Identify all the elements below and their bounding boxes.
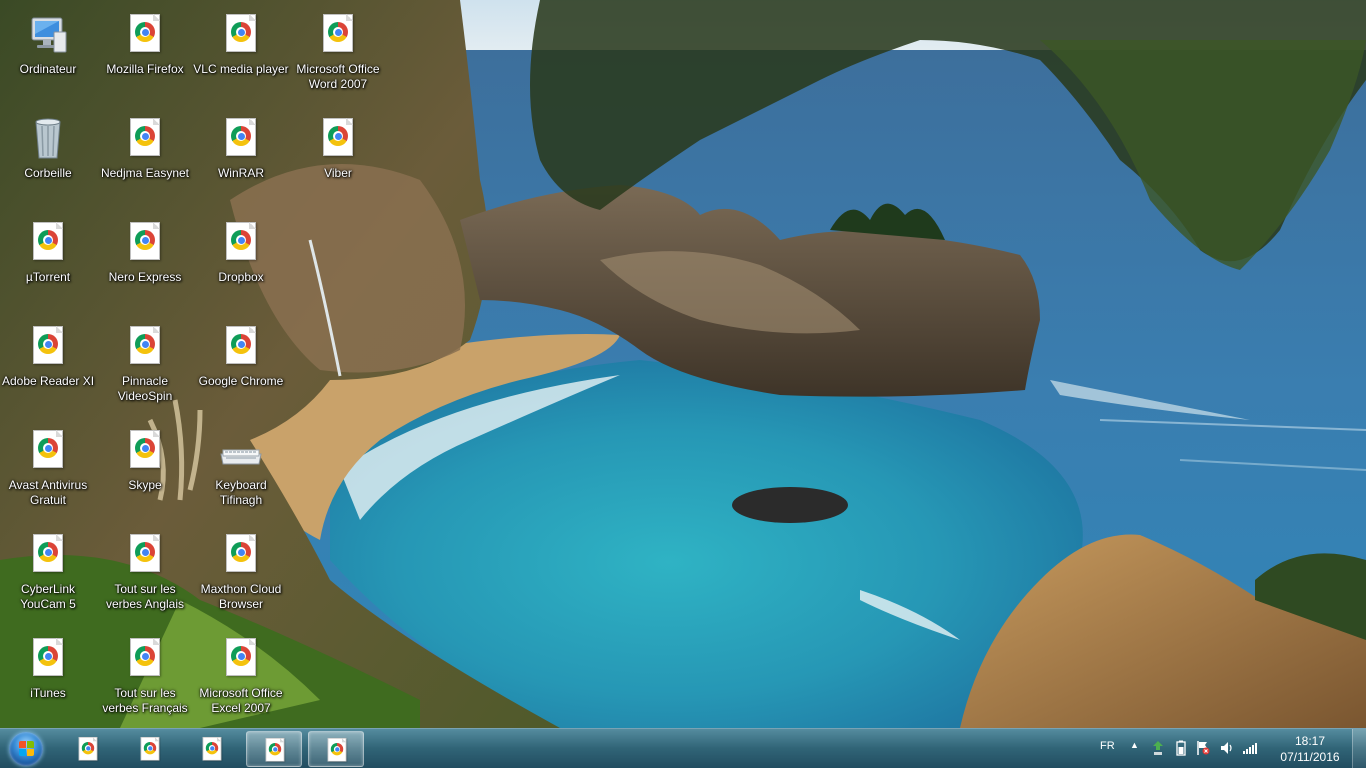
chrome-icon: [121, 428, 169, 474]
icon-label: Microsoft Office Excel 2007: [199, 686, 283, 715]
chrome-icon: [121, 12, 169, 58]
chrome-icon: [24, 324, 72, 370]
icon-label: Corbeille: [24, 166, 72, 180]
recycle-bin-icon: [24, 116, 72, 162]
icon-label: Adobe Reader XI: [1, 374, 95, 388]
desktop-icon-microsoft-office-word-2007[interactable]: Microsoft Office Word 2007: [290, 4, 386, 102]
start-button[interactable]: [4, 730, 48, 768]
chrome-icon: [121, 220, 169, 266]
chrome-icon: [135, 736, 165, 765]
desktop-icon-cyberlink-youcam-5[interactable]: CyberLink YouCam 5: [0, 524, 96, 622]
show-hidden-icons-chevron-icon[interactable]: ▲: [1130, 740, 1139, 750]
battery-icon[interactable]: [1176, 740, 1186, 759]
chrome-icon: [217, 220, 265, 266]
chrome-icon: [260, 737, 290, 766]
chrome-icon: [24, 220, 72, 266]
action-center-flag-icon[interactable]: [1196, 740, 1210, 759]
windows-start-orb-icon: [9, 732, 43, 766]
desktop-icon-nero-express[interactable]: Nero Express: [97, 212, 193, 310]
icon-label: Mozilla Firefox: [106, 62, 184, 76]
chrome-icon: [322, 737, 352, 766]
icon-label: Viber: [324, 166, 352, 180]
desktop-icon-microsoft-office-excel-2007[interactable]: Microsoft Office Excel 2007: [193, 628, 289, 726]
icon-label: Keyboard Tifinagh: [215, 478, 267, 507]
chrome-icon: [197, 736, 227, 765]
icon-label: Maxthon Cloud Browser: [200, 582, 282, 611]
clock-date: 07/11/2016: [1280, 750, 1340, 764]
icon-label: Google Chrome: [198, 374, 284, 388]
taskbar: FR ▲ 18:17 07/11/2016: [0, 728, 1366, 769]
chrome-icon: [24, 532, 72, 578]
chrome-icon: [314, 12, 362, 58]
desktop-icon-utorrent[interactable]: µTorrent: [0, 212, 96, 310]
network-sync-icon[interactable]: [1151, 740, 1165, 759]
desktop-icon-winrar[interactable]: WinRAR: [193, 108, 289, 206]
icon-label: Nero Express: [108, 270, 182, 284]
desktop-icon-skype[interactable]: Skype: [97, 420, 193, 518]
desktop-icon-vlc-media-player[interactable]: VLC media player: [193, 4, 289, 102]
taskbar-button-chrome-5[interactable]: [308, 731, 364, 767]
keyboard-icon: [217, 428, 265, 474]
chrome-icon: [217, 324, 265, 370]
desktop-icon-maxthon-cloud-browser[interactable]: Maxthon Cloud Browser: [193, 524, 289, 622]
taskbar-button-chrome-1[interactable]: [60, 731, 116, 767]
icon-label: Avast Antivirus Gratuit: [8, 478, 88, 507]
desktop-icon-google-chrome[interactable]: Google Chrome: [193, 316, 289, 414]
chrome-icon: [217, 532, 265, 578]
desktop-icon-keyboard-tifinagh[interactable]: Keyboard Tifinagh: [193, 420, 289, 518]
desktop-icon-itunes[interactable]: iTunes: [0, 628, 96, 726]
icon-label: Nedjma Easynet: [100, 166, 190, 180]
volume-icon[interactable]: [1219, 740, 1235, 759]
icon-label: Tout sur les verbes Anglais: [105, 582, 185, 611]
signal-strength-icon[interactable]: [1242, 741, 1258, 758]
desktop-icon-dropbox[interactable]: Dropbox: [193, 212, 289, 310]
icon-label: CyberLink YouCam 5: [20, 582, 76, 611]
chrome-icon: [121, 116, 169, 162]
icon-label: WinRAR: [217, 166, 264, 180]
chrome-icon: [121, 532, 169, 578]
icon-label: Tout sur les verbes Français: [102, 686, 188, 715]
icon-label: Skype: [128, 478, 162, 492]
desktop-icon-corbeille[interactable]: Corbeille: [0, 108, 96, 206]
desktop-icon-tout-sur-les-verbes-anglais[interactable]: Tout sur les verbes Anglais: [97, 524, 193, 622]
icon-label: Pinnacle VideoSpin: [117, 374, 173, 403]
chrome-icon: [121, 636, 169, 682]
taskbar-button-chrome-4[interactable]: [246, 731, 302, 767]
icon-label: VLC media player: [193, 62, 289, 76]
computer-icon: [24, 12, 72, 58]
language-indicator[interactable]: FR: [1100, 740, 1115, 752]
show-desktop-button[interactable]: [1352, 729, 1366, 769]
desktop-icon-pinnacle-videospin[interactable]: Pinnacle VideoSpin: [97, 316, 193, 414]
chrome-icon: [24, 428, 72, 474]
chrome-icon: [217, 116, 265, 162]
system-tray: FR ▲ 18:17 07/11/2016: [1096, 729, 1366, 769]
desktop-icon-viber[interactable]: Viber: [290, 108, 386, 206]
icon-label: Ordinateur: [19, 62, 77, 76]
chrome-icon: [314, 116, 362, 162]
desktop-icon-avast-antivirus-gratuit[interactable]: Avast Antivirus Gratuit: [0, 420, 96, 518]
clock-time: 18:17: [1294, 734, 1326, 748]
chrome-icon: [121, 324, 169, 370]
chrome-icon: [73, 736, 103, 765]
chrome-icon: [217, 636, 265, 682]
taskbar-button-chrome-3[interactable]: [184, 731, 240, 767]
desktop-icon-ordinateur[interactable]: Ordinateur: [0, 4, 96, 102]
desktop-icon-mozilla-firefox[interactable]: Mozilla Firefox: [97, 4, 193, 102]
chrome-icon: [24, 636, 72, 682]
icon-label: iTunes: [30, 686, 66, 700]
chrome-icon: [217, 12, 265, 58]
taskbar-button-chrome-2[interactable]: [122, 731, 178, 767]
clock[interactable]: 18:17 07/11/2016: [1274, 733, 1346, 765]
icon-label: Microsoft Office Word 2007: [296, 62, 380, 91]
icon-label: µTorrent: [25, 270, 71, 284]
desktop-icon-nedjma-easynet[interactable]: Nedjma Easynet: [97, 108, 193, 206]
icon-label: Dropbox: [218, 270, 264, 284]
desktop-icon-tout-sur-les-verbes-francais[interactable]: Tout sur les verbes Français: [97, 628, 193, 726]
desktop-icon-adobe-reader-xi[interactable]: Adobe Reader XI: [0, 316, 96, 414]
